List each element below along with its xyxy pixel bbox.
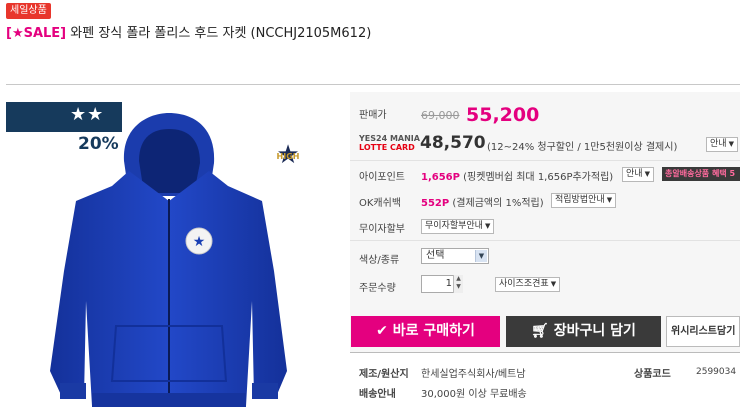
product-code-value: 2599034 — [696, 367, 737, 377]
stepper-down-icon[interactable]: ▼ — [454, 283, 463, 291]
size-chart-label: 사이즈조견표 — [499, 279, 549, 289]
chevron-down-icon: ▼ — [475, 250, 487, 262]
sale-prefix: [★SALE] — [6, 26, 67, 41]
sale-price: 55,200 — [466, 104, 540, 126]
chevron-down-icon: ▼ — [728, 140, 734, 148]
title-divider — [6, 84, 740, 85]
size-chart-button[interactable]: 사이즈조견표 ▼ — [495, 277, 561, 292]
card-brand-line1: YES24 MANIA — [359, 134, 420, 143]
stepper-up-icon[interactable]: ▲ — [454, 275, 463, 283]
product-name: 와펜 장식 폴라 폴리스 후드 자켓 (NCCHJ2105M612) — [70, 26, 372, 41]
color-label: 색상/종류 — [359, 255, 400, 266]
card-brand-line2: LOTTE CARD — [359, 143, 415, 152]
ipoint-value: 1,656P — [421, 172, 460, 183]
separator — [350, 160, 740, 161]
maker-label: 제조/원산지 — [359, 369, 409, 380]
card-guide-button[interactable]: 안내 ▼ — [706, 137, 738, 152]
discount-percent: 20% — [78, 134, 119, 154]
okcash-method-button[interactable]: 적립방법안내 ▼ — [551, 193, 617, 208]
okcash-method-label: 적립방법안내 — [555, 195, 605, 205]
ipoint-label: 아이포인트 — [359, 172, 405, 183]
separator — [350, 240, 740, 241]
cart-icon: 🛒︎ — [531, 323, 554, 339]
svg-text:★: ★ — [193, 234, 206, 250]
okcash-label: OK캐쉬백 — [359, 198, 402, 209]
buy-now-label: 바로 구매하기 — [392, 323, 475, 339]
ipoint-note: (핑켓멤버쉽 최대 1,656P추가적립) — [463, 172, 614, 183]
ipoint-row: 1,656P (핑켓멤버쉽 최대 1,656P추가적립) — [421, 168, 613, 183]
discount-banner — [6, 102, 122, 132]
okcash-row: 552P (결제금액의 1%적립) — [421, 194, 544, 209]
chevron-down-icon: ▼ — [484, 222, 491, 230]
sale-badge: 세일상품 — [6, 3, 51, 19]
chevron-down-icon: ▼ — [606, 196, 613, 204]
product-image[interactable]: ★ ★ HIGH — [4, 101, 342, 414]
quantity-label: 주문수량 — [359, 283, 396, 294]
quantity-stepper[interactable]: ▲ ▼ — [453, 275, 463, 293]
jacket-illustration: ★ ★ HIGH — [50, 113, 300, 407]
okcash-value: 552P — [421, 198, 450, 209]
card-price: 48,570 — [420, 133, 486, 153]
shipping-value: 30,000원 이상 무료배송 — [421, 389, 527, 400]
wishlist-button[interactable]: 위시리스트담기 — [666, 316, 740, 347]
color-select[interactable]: 선택 ▼ — [421, 248, 489, 264]
buy-now-button[interactable]: ✔ 바로 구매하기 — [351, 316, 500, 347]
express-benefit-badge[interactable]: 총알배송상품 혜택 5 — [662, 167, 740, 181]
card-brand: YES24 MANIA LOTTE CARD — [359, 134, 420, 152]
installment-label: 무이자할부 — [359, 224, 405, 235]
shipping-label: 배송안내 — [359, 389, 396, 400]
check-icon: ✔ — [376, 323, 393, 339]
product-title: [★SALE] 와펜 장식 폴라 폴리스 후드 자켓 (NCCHJ2105M61… — [6, 22, 371, 41]
add-to-cart-button[interactable]: 🛒︎ 장바구니 담기 — [506, 316, 661, 347]
color-select-value: 선택 — [426, 250, 445, 261]
details-divider — [350, 352, 740, 353]
okcash-note: (결제금액의 1%적립) — [452, 198, 544, 209]
card-guide-label: 안내 — [710, 139, 727, 149]
svg-text:HIGH: HIGH — [277, 152, 300, 161]
price-label: 판매가 — [359, 110, 387, 121]
installment-guide-label: 무이자할부안내 — [425, 221, 483, 231]
chevron-down-icon: ▼ — [550, 280, 557, 288]
maker-value: 한세실업주식회사/베트남 — [421, 369, 526, 380]
ipoint-guide-button[interactable]: 안내 ▼ — [622, 167, 654, 182]
original-price: 69,000 — [421, 109, 460, 122]
chevron-down-icon: ▼ — [644, 170, 650, 178]
product-details — [350, 352, 740, 414]
card-note: (12~24% 청구할인 / 1만5천원이상 결제시) — [487, 142, 678, 153]
discount-stars: ★★ — [70, 104, 105, 125]
ipoint-guide-label: 안내 — [626, 169, 643, 179]
product-code-label: 상품코드 — [634, 369, 671, 380]
cart-label: 장바구니 담기 — [553, 323, 636, 339]
installment-guide-button[interactable]: 무이자할부안내 ▼ — [421, 219, 495, 234]
